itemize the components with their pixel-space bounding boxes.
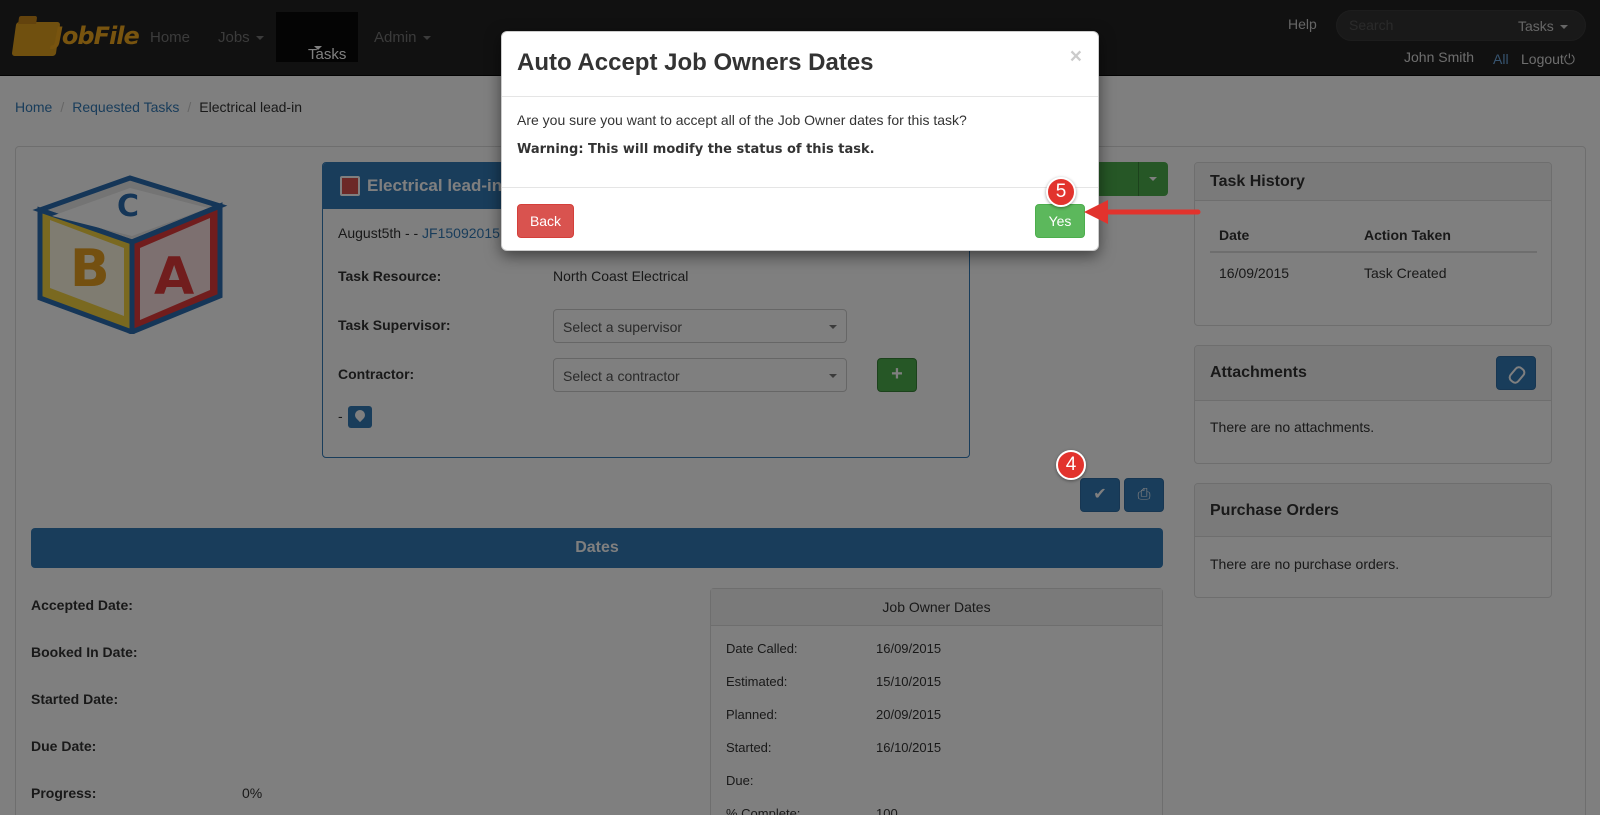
back-button[interactable]: Back bbox=[517, 204, 574, 238]
close-icon[interactable]: × bbox=[1070, 45, 1082, 69]
arrow-pointer-icon bbox=[1084, 200, 1201, 224]
dialog-title: Auto Accept Job Owners Dates bbox=[517, 49, 874, 76]
auto-accept-dialog: Auto Accept Job Owners Dates × Are you s… bbox=[501, 31, 1099, 251]
step-4-badge: 4 bbox=[1056, 450, 1086, 480]
dialog-message: Are you sure you want to accept all of t… bbox=[517, 112, 967, 128]
step-5-badge: 5 bbox=[1046, 177, 1076, 207]
dialog-warning: Warning: This will modify the status of … bbox=[517, 142, 875, 157]
yes-button[interactable]: Yes bbox=[1035, 204, 1085, 238]
